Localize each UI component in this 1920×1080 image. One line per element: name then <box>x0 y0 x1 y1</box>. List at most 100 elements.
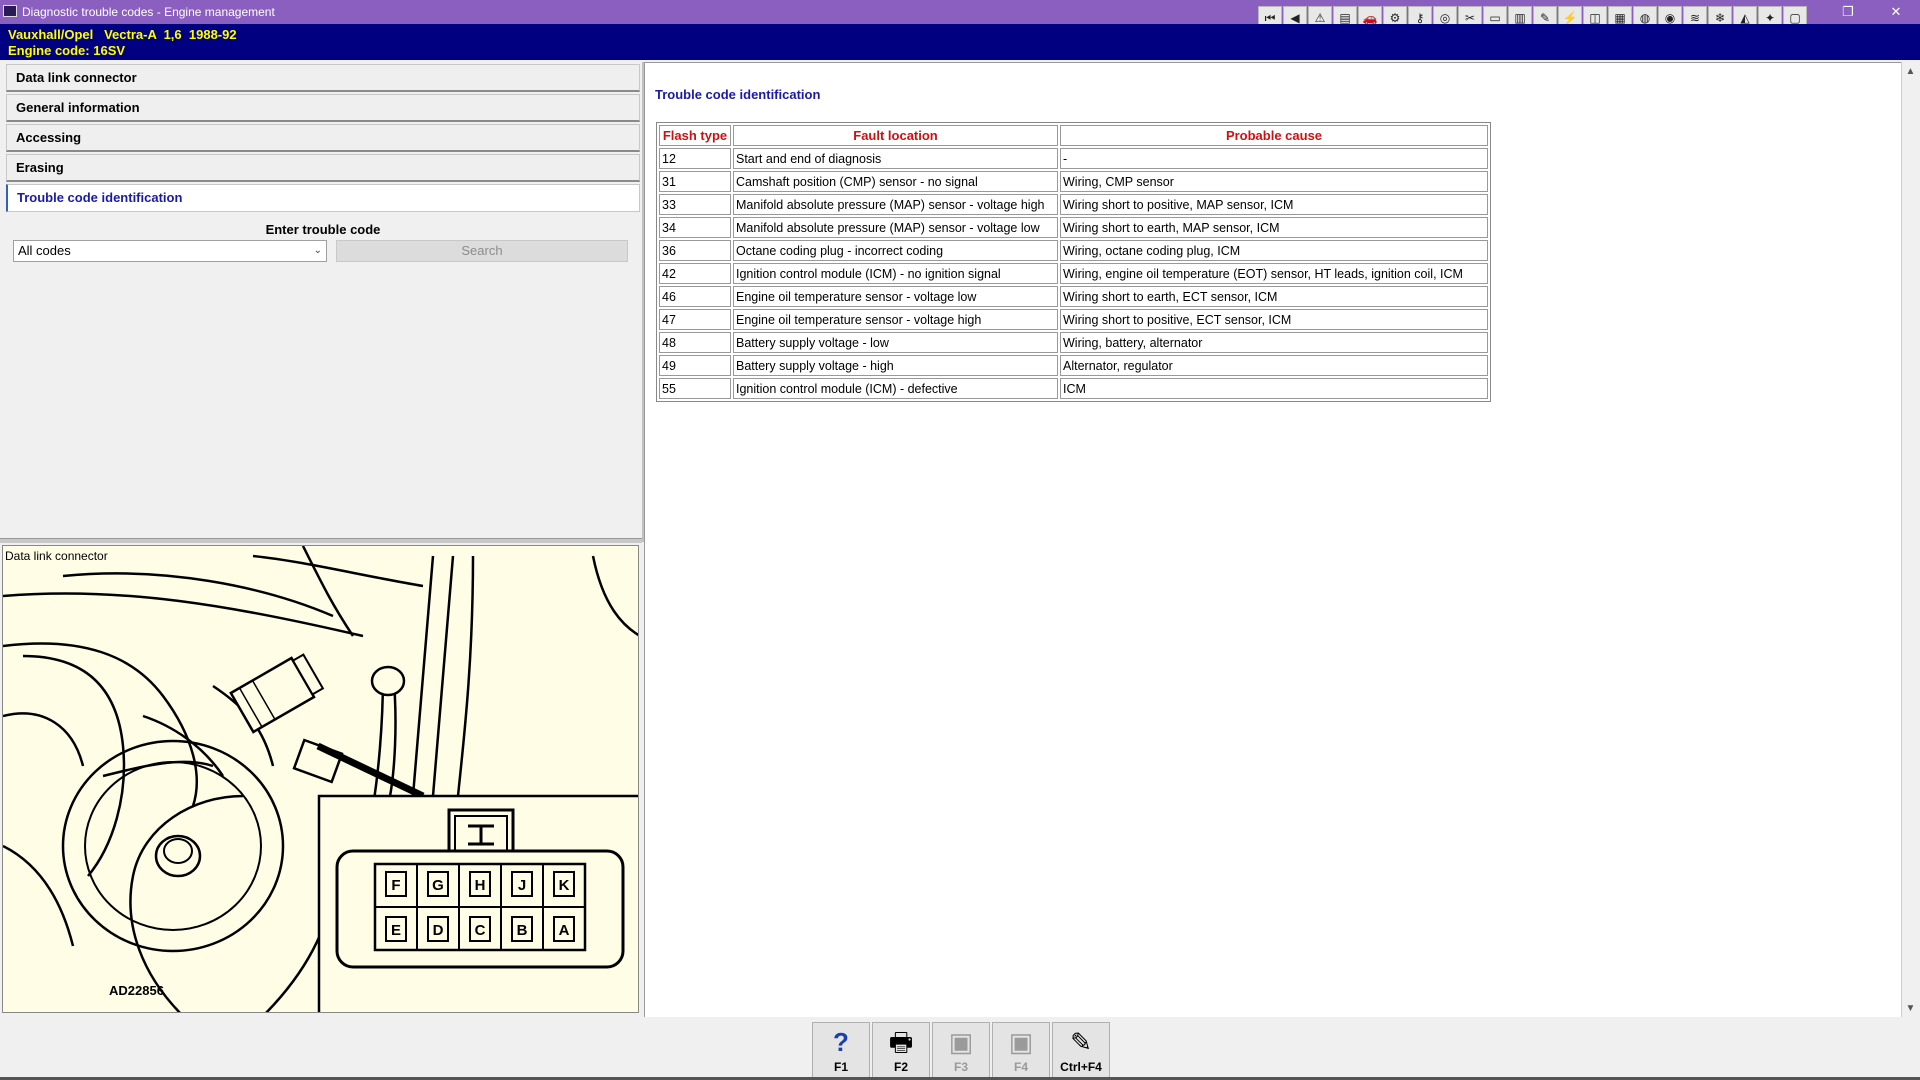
book-icon: ▥ <box>1514 11 1526 25</box>
flash-type-cell: 12 <box>659 148 731 169</box>
tools-icon: ✂ <box>1464 11 1476 25</box>
nav-item-data-link-connector[interactable]: Data link connector <box>6 64 640 92</box>
probable-cause-cell: Alternator, regulator <box>1060 355 1488 376</box>
table-row: 48 Battery supply voltage - low Wiring, ba… <box>659 332 1488 353</box>
close-button[interactable]: ✕ <box>1876 2 1916 22</box>
pin-label-top: J <box>518 877 526 894</box>
fault-location-cell: Octane coding plug - incorrect coding <box>733 240 1058 261</box>
table-row: 36 Octane coding plug - incorrect coding W… <box>659 240 1488 261</box>
pin-label-bottom: C <box>475 922 486 939</box>
vertical-scrollbar[interactable]: ▲ ▼ <box>1901 62 1919 1017</box>
aircon-icon: ❄ <box>1714 11 1726 25</box>
window-title: Diagnostic trouble codes - Engine manage… <box>22 5 275 19</box>
left-panel: Data link connector General information … <box>2 62 644 542</box>
column-header: Flash type <box>659 125 731 146</box>
connector-illustration: F G H J K E D C B A <box>3 546 638 1012</box>
fault-location-cell: Battery supply voltage - low <box>733 332 1058 353</box>
table-row: 49 Battery supply voltage - high Alternato… <box>659 355 1488 376</box>
probable-cause-cell: Wiring, octane coding plug, ICM <box>1060 240 1488 261</box>
code-select-value: All codes <box>18 243 71 258</box>
flash-type-cell: 49 <box>659 355 731 376</box>
probable-cause-cell: Wiring short to earth, MAP sensor, ICM <box>1060 217 1488 238</box>
trouble-code-table: Flash type Fault location Probable cause… <box>656 122 1491 402</box>
fault-location-cell: Ignition control module (ICM) - defectiv… <box>733 378 1058 399</box>
probable-cause-cell: ICM <box>1060 378 1488 399</box>
page-icon: ▤ <box>1339 11 1351 25</box>
nav-item-trouble-code-identification[interactable]: Trouble code identification <box>6 184 640 212</box>
app-icon <box>3 5 17 17</box>
steering-icon: ◍ <box>1639 11 1651 25</box>
scroll-up-icon[interactable]: ▲ <box>1902 64 1919 80</box>
flash-type-cell: 55 <box>659 378 731 399</box>
content-pane: Trouble code identification Flash type F… <box>644 62 1901 1017</box>
notes-icon: ▢ <box>1789 11 1801 25</box>
fkey-f3-button[interactable]: ▣ F3 <box>932 1022 990 1078</box>
fkey-f4-button[interactable]: ▣ F4 <box>992 1022 1050 1078</box>
scroll-down-icon[interactable]: ▼ <box>1902 1001 1919 1017</box>
fkey-label: F3 <box>953 1060 968 1074</box>
restore-button[interactable]: ❐ <box>1828 2 1868 22</box>
function-key-bar: ? F1 🖶 F2 ▣ F3 ▣ F4 ✎ Ctrl+F4 <box>812 1022 1110 1078</box>
probable-cause-cell: Wiring, CMP sensor <box>1060 171 1488 192</box>
trouble-code-search: Enter trouble code All codes ⌄ Search <box>6 216 640 274</box>
suspension-icon: ≋ <box>1689 11 1701 25</box>
code-select[interactable]: All codes ⌄ <box>13 240 327 262</box>
search-button[interactable]: Search <box>336 240 628 262</box>
chip-icon: ◫ <box>1589 11 1601 25</box>
pin-label-top: G <box>432 877 444 894</box>
electrical-icon: ⚡ <box>1562 11 1578 25</box>
print-icon: 🖶 <box>888 1027 914 1057</box>
nav-item-accessing[interactable]: Accessing <box>6 124 640 152</box>
probable-cause-cell: Wiring short to positive, ECT sensor, IC… <box>1060 309 1488 330</box>
fkey-ctrl-f4-button[interactable]: ✎ Ctrl+F4 <box>1052 1022 1110 1078</box>
copy-icon: ▣ <box>948 1027 974 1057</box>
column-header: Probable cause <box>1060 125 1488 146</box>
connector-figure: Data link connector F G H J K E D C B A … <box>2 545 639 1013</box>
nav-item-erasing[interactable]: Erasing <box>6 154 640 182</box>
probable-cause-cell: Wiring short to earth, ECT sensor, ICM <box>1060 286 1488 307</box>
vehicle-icon: 🚗 <box>1362 11 1378 25</box>
gearbox-icon: ▦ <box>1614 11 1626 25</box>
nav-item-general-information[interactable]: General information <box>6 94 640 122</box>
table-row: 42 Ignition control module (ICM) - no ign… <box>659 263 1488 284</box>
engine-icon: ⚙ <box>1389 11 1401 25</box>
fkey-f2-button[interactable]: 🖶 F2 <box>872 1022 930 1078</box>
fkey-label: F2 <box>893 1060 908 1074</box>
fault-location-cell: Start and end of diagnosis <box>733 148 1058 169</box>
probable-cause-cell: Wiring, engine oil temperature (EOT) sen… <box>1060 263 1488 284</box>
fkey-label: F1 <box>833 1060 848 1074</box>
fault-location-cell: Engine oil temperature sensor - voltage … <box>733 309 1058 330</box>
figure-caption: Data link connector <box>5 549 108 563</box>
fault-location-cell: Camshaft position (CMP) sensor - no sign… <box>733 171 1058 192</box>
table-header-row: Flash type Fault location Probable cause <box>659 125 1488 146</box>
brake-icon: ◉ <box>1664 11 1676 25</box>
wheel-icon: ◎ <box>1439 11 1451 25</box>
fault-location-cell: Ignition control module (ICM) - no ignit… <box>733 263 1058 284</box>
column-header: Fault location <box>733 125 1058 146</box>
table-row: 47 Engine oil temperature sensor - voltag… <box>659 309 1488 330</box>
flash-type-cell: 36 <box>659 240 731 261</box>
fault-location-cell: Battery supply voltage - high <box>733 355 1058 376</box>
body-icon: ◭ <box>1740 11 1750 25</box>
fault-location-cell: Manifold absolute pressure (MAP) sensor … <box>733 217 1058 238</box>
pin-label-bottom: E <box>391 922 401 939</box>
probable-cause-cell: Wiring short to positive, MAP sensor, IC… <box>1060 194 1488 215</box>
table-row: 12 Start and end of diagnosis - <box>659 148 1488 169</box>
table-row: 55 Ignition control module (ICM) - defect… <box>659 378 1488 399</box>
search-label: Enter trouble code <box>265 222 381 237</box>
pin-label-top: K <box>559 877 570 894</box>
content-heading: Trouble code identification <box>655 87 821 102</box>
table-row: 31 Camshaft position (CMP) sensor - no si… <box>659 171 1488 192</box>
fkey-f1-button[interactable]: ? F1 <box>812 1022 870 1078</box>
pin-label-bottom: B <box>517 922 528 939</box>
pin-label-top: H <box>475 877 486 894</box>
help-icon: ? <box>833 1027 849 1057</box>
fkey-label: F4 <box>1013 1060 1028 1074</box>
panel-splitter[interactable] <box>0 538 642 543</box>
flash-type-cell: 31 <box>659 171 731 192</box>
engine-code: Engine code: 16SV <box>8 43 126 58</box>
notes-edit-icon: ✎ <box>1070 1027 1092 1057</box>
table-row: 46 Engine oil temperature sensor - voltag… <box>659 286 1488 307</box>
key-icon: ⚷ <box>1415 11 1425 25</box>
back-icon: ◀ <box>1290 11 1300 25</box>
